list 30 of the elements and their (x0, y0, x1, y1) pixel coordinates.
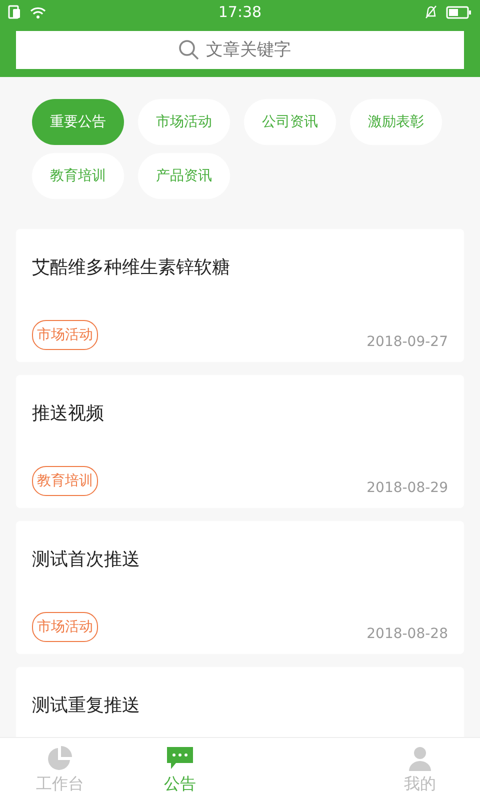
category-chip[interactable]: 激励表彰 (350, 99, 442, 145)
category-chip[interactable]: 市场活动 (138, 99, 230, 145)
pie-chart-icon (46, 744, 74, 772)
article-title: 测试重复推送 (32, 694, 141, 717)
wifi-icon (30, 6, 46, 18)
category-tag: 教育培训 (32, 466, 98, 496)
article-card[interactable]: 推送视频 教育培训 2018-08-29 (16, 375, 464, 508)
category-tag: 市场活动 (32, 320, 98, 350)
article-date: 2018-09-27 (366, 334, 448, 350)
category-chip[interactable]: 产品资讯 (138, 153, 230, 199)
nav-tab[interactable]: 工作台 (0, 738, 120, 800)
status-time: 17:38 (218, 3, 262, 21)
article-card[interactable]: 测试首次推送 市场活动 2018-08-28 (16, 521, 464, 654)
battery-icon (446, 6, 472, 18)
bell-off-icon (424, 5, 438, 19)
nav-tab[interactable]: 我的 (360, 738, 480, 800)
category-tag: 市场活动 (32, 612, 98, 642)
article-card[interactable]: 艾酷维多种维生素锌软糖 市场活动 2018-09-27 (16, 229, 464, 362)
article-title: 艾酷维多种维生素锌软糖 (32, 256, 231, 279)
sim-icon (8, 5, 22, 19)
nav-tab[interactable]: 公告 (120, 738, 240, 800)
article-card[interactable]: 测试重复推送 (16, 667, 464, 737)
article-title: 推送视频 (32, 402, 105, 425)
article-date: 2018-08-29 (366, 480, 448, 496)
article-title: 测试首次推送 (32, 548, 141, 571)
category-chip[interactable]: 教育培训 (32, 153, 124, 199)
search-field[interactable]: 文章关键字 (16, 31, 464, 69)
category-chip[interactable]: 公司资讯 (244, 99, 336, 145)
category-chip[interactable]: 重要公告 (32, 99, 124, 145)
article-date: 2018-08-28 (366, 626, 448, 642)
